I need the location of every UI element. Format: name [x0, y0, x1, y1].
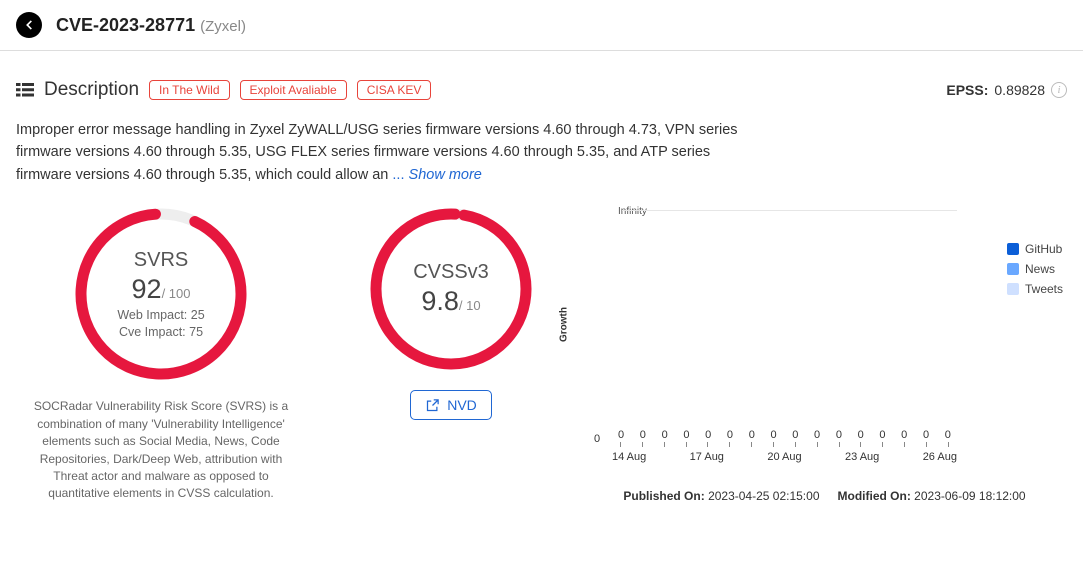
data-point: 0 — [618, 429, 624, 441]
chart-x-ticks: 14 Aug 17 Aug 20 Aug 23 Aug 26 Aug — [612, 451, 957, 463]
show-more-link[interactable]: Show more — [409, 167, 482, 183]
cvss-max: / 10 — [459, 298, 481, 313]
chart-dates: Published On: 2023-04-25 02:15:00 Modifi… — [582, 489, 1067, 503]
data-point: 0 — [683, 429, 689, 441]
data-point: 0 — [945, 429, 951, 441]
arrow-left-icon — [22, 18, 36, 32]
legend-item[interactable]: Tweets — [1007, 282, 1063, 296]
svrs-label: SVRS — [134, 249, 188, 272]
data-point: 0 — [749, 429, 755, 441]
cvss-value: 9.8 — [421, 286, 459, 316]
chart-y-label: Growth — [559, 307, 570, 342]
legend-swatch — [1007, 283, 1019, 295]
chart-series-values: 0 0 0 0 0 0 0 0 0 0 0 0 0 0 0 0 — [612, 429, 957, 441]
growth-chart: Infinity Growth GitHub News Tweets 0 0 0… — [566, 204, 1067, 502]
epss-score: EPSS: 0.89828 i — [946, 82, 1067, 98]
page-title: CVE-2023-28771 (Zyxel) — [56, 15, 246, 36]
badge-in-the-wild: In The Wild — [149, 80, 229, 100]
page-header: CVE-2023-28771 (Zyxel) — [0, 0, 1083, 51]
chart-y-bottom: 0 — [594, 433, 600, 445]
legend-swatch — [1007, 243, 1019, 255]
data-point: 0 — [727, 429, 733, 441]
svrs-panel: SVRS 92/ 100 Web Impact: 25 Cve Impact: … — [16, 204, 306, 502]
description-header: Description In The Wild Exploit Avaliabl… — [16, 79, 1067, 101]
info-icon[interactable]: i — [1051, 82, 1067, 98]
data-point: 0 — [705, 429, 711, 441]
description-icon — [16, 83, 34, 97]
legend-label: News — [1025, 262, 1055, 276]
chart-tick-marks — [612, 442, 957, 447]
legend-swatch — [1007, 263, 1019, 275]
legend-item[interactable]: News — [1007, 262, 1063, 276]
cvss-panel: CVSSv3 9.8/ 10 NVD — [336, 204, 566, 502]
data-point: 0 — [640, 429, 646, 441]
data-point: 0 — [792, 429, 798, 441]
description-body: Improper error message handling in Zyxel… — [16, 122, 738, 183]
badge-exploit-available: Exploit Avaliable — [240, 80, 347, 100]
chart-plot-area[interactable] — [612, 210, 957, 432]
svrs-cve-impact: Cve Impact: 75 — [119, 325, 203, 339]
description-text: Improper error message handling in Zyxel… — [16, 119, 756, 186]
x-tick: 14 Aug — [612, 451, 646, 463]
x-tick: 17 Aug — [690, 451, 724, 463]
modified-value: 2023-06-09 18:12:00 — [914, 489, 1025, 503]
cvss-value-wrap: 9.8/ 10 — [421, 286, 480, 317]
data-point: 0 — [836, 429, 842, 441]
chart-legend: GitHub News Tweets — [1007, 242, 1063, 302]
x-tick: 26 Aug — [923, 451, 957, 463]
description-label: Description — [44, 79, 139, 101]
x-tick: 23 Aug — [845, 451, 879, 463]
svrs-description: SOCRadar Vulnerability Risk Score (SVRS)… — [16, 398, 306, 502]
data-point: 0 — [814, 429, 820, 441]
svrs-value-wrap: 92/ 100 — [132, 274, 191, 305]
x-tick: 20 Aug — [767, 451, 801, 463]
svrs-web-impact: Web Impact: 25 — [117, 308, 204, 322]
epss-label: EPSS: — [946, 82, 988, 98]
published-value: 2023-04-25 02:15:00 — [708, 489, 819, 503]
nvd-button[interactable]: NVD — [410, 390, 492, 420]
vendor-name: (Zyxel) — [200, 18, 246, 35]
svrs-max: / 100 — [162, 286, 191, 301]
data-point: 0 — [923, 429, 929, 441]
epss-value: 0.89828 — [994, 82, 1045, 98]
ellipsis: ... — [392, 167, 408, 183]
cve-id: CVE-2023-28771 — [56, 15, 195, 35]
cvss-label: CVSSv3 — [413, 261, 489, 284]
legend-label: GitHub — [1025, 242, 1062, 256]
legend-label: Tweets — [1025, 282, 1063, 296]
legend-item[interactable]: GitHub — [1007, 242, 1063, 256]
published-label: Published On: — [623, 489, 704, 503]
external-link-icon — [425, 398, 440, 413]
nvd-label: NVD — [447, 397, 477, 413]
data-point: 0 — [662, 429, 668, 441]
badge-cisa-kev: CISA KEV — [357, 80, 432, 100]
data-point: 0 — [858, 429, 864, 441]
data-point: 0 — [770, 429, 776, 441]
svrs-value: 92 — [132, 274, 162, 304]
data-point: 0 — [901, 429, 907, 441]
back-button[interactable] — [16, 12, 42, 38]
data-point: 0 — [879, 429, 885, 441]
modified-label: Modified On: — [838, 489, 911, 503]
